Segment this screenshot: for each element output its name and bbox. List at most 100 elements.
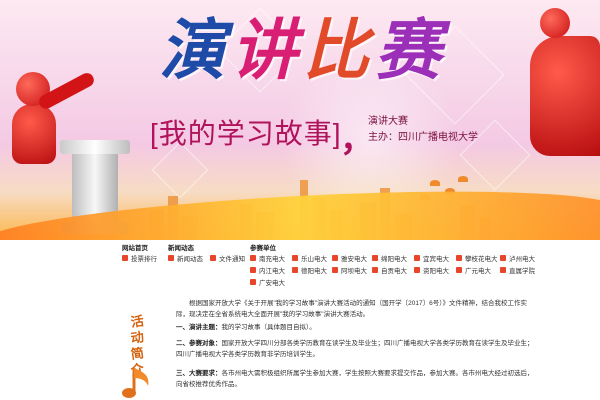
bullet-icon — [168, 255, 174, 261]
nav-item[interactable]: 广元电大 — [456, 264, 498, 276]
nav-item-label: 宜宾电大 — [423, 256, 449, 263]
bullet-icon — [250, 279, 256, 285]
nav-item-label: 攀枝花电大 — [465, 256, 498, 263]
organizer-text: 主办：四川广播电视大学 — [368, 132, 478, 143]
nav-column: 乐山电大 德阳电大 — [292, 242, 327, 276]
speaker-figure-body — [12, 104, 56, 164]
bullet-icon — [456, 255, 462, 261]
nav-item[interactable]: 雅安电大 — [332, 252, 367, 264]
intro-item-text: 国家开放大学四川分部各类学历教育在读学生及毕业生；四川广播电视大学各类学历教育在… — [176, 340, 534, 358]
intro-item-text: 各市州电大需积极组织所属学生参加大赛，学生按照大赛要求提交作品，参加大赛。各市州… — [176, 370, 534, 388]
banner-subtitle: [我的学习故事] — [150, 118, 342, 149]
intro-item-requirements: 三、大赛要求：各市州电大需积极组织所属学生参加大赛，学生按照大赛要求提交作品，参… — [176, 368, 536, 390]
nav-item-label: 内江电大 — [259, 268, 285, 275]
nav-item[interactable]: 绵阳电大 — [372, 252, 407, 264]
nav-item[interactable]: 资阳电大 — [414, 264, 449, 276]
bird-icon — [430, 180, 440, 186]
title-char: 讲 — [231, 11, 297, 89]
nav-item-label: 德阳电大 — [301, 268, 327, 275]
podium-top — [60, 140, 130, 154]
nav-item-label: 南充电大 — [259, 256, 285, 263]
nav-item[interactable]: 直属学院 — [500, 264, 535, 276]
bullet-icon — [372, 255, 378, 261]
bullet-icon — [122, 255, 128, 261]
nav-column: 绵阳电大 自贡电大 — [372, 242, 407, 276]
nav-item-label: 新闻动态 — [177, 256, 203, 263]
bullet-icon — [210, 255, 216, 261]
nav-item[interactable]: 南充电大 — [250, 252, 285, 264]
nav-column: 宜宾电大 资阳电大 — [414, 242, 449, 276]
right-figure-body — [530, 36, 600, 156]
bullet-icon — [414, 255, 420, 261]
nav-item-label: 自贡电大 — [381, 268, 407, 275]
intro-paragraph: 根据国家开放大学《关于开展"我的学习故事"演讲大赛活动的通知（国开学〔2017〕… — [176, 298, 536, 320]
nav-item-label: 广安电大 — [259, 280, 285, 287]
bullet-icon — [500, 267, 506, 273]
nav-item[interactable]: 自贡电大 — [372, 264, 407, 276]
title-char: 演 — [159, 11, 225, 89]
bullet-icon — [292, 255, 298, 261]
bullet-icon — [414, 267, 420, 273]
nav-item[interactable]: 阿坝电大 — [332, 264, 367, 276]
bullet-icon — [372, 267, 378, 273]
nav-column: 雅安电大 阿坝电大 — [332, 242, 367, 276]
nav-column-home: 网站首页 投票排行 — [122, 242, 157, 264]
nav-item-label: 文件通知 — [219, 256, 245, 263]
intro-item-label: 二、参赛对象： — [176, 340, 222, 347]
right-figure-head — [540, 8, 570, 38]
nav-item[interactable]: 广安电大 — [250, 276, 285, 288]
nav-header-blank — [210, 242, 245, 252]
nav-column-notice: 文件通知 — [210, 242, 245, 264]
nav-item-label: 阿坝电大 — [341, 268, 367, 275]
intro-item-theme: 一、演讲主题：我的学习故事（具体题目自拟）。 — [176, 322, 536, 333]
nav-item[interactable]: 文件通知 — [210, 252, 245, 264]
intro-item-text: 我的学习故事（具体题目自拟）。 — [221, 324, 316, 331]
bullet-icon — [292, 267, 298, 273]
nav-header-blank — [414, 242, 449, 252]
banner: 演 讲 比 赛 [我的学习故事] ， 演讲大赛 主办：四川广播电视大学 — [0, 0, 600, 240]
nav-item-label: 雅安电大 — [341, 256, 367, 263]
bullet-icon — [250, 255, 256, 261]
nav-header-blank — [372, 242, 407, 252]
bullet-icon — [250, 267, 256, 273]
nav-item[interactable]: 内江电大 — [250, 264, 285, 276]
bullet-icon — [456, 267, 462, 273]
nav-column-news: 新闻动态 新闻动态 — [168, 242, 203, 264]
bullet-icon — [332, 255, 338, 261]
nav-column: 攀枝花电大 广元电大 — [456, 242, 498, 276]
nav-item[interactable]: 宜宾电大 — [414, 252, 449, 264]
intro-item-participants: 二、参赛对象：国家开放大学四川分部各类学历教育在读学生及毕业生；四川广播电视大学… — [176, 338, 536, 360]
nav-item[interactable]: 攀枝花电大 — [456, 252, 498, 264]
nav-item-label: 绵阳电大 — [381, 256, 407, 263]
nav-item-label: 直属学院 — [509, 268, 535, 275]
banner-main-title: 演 讲 比 赛 — [100, 4, 500, 96]
nav-item-label: 资阳电大 — [423, 268, 449, 275]
intro-paragraph-text: 根据国家开放大学《关于开展"我的学习故事"演讲大赛活动的通知（国开学〔2017〕… — [176, 300, 527, 318]
nav-header-home[interactable]: 网站首页 — [122, 242, 157, 252]
side-title-char: 活 — [130, 314, 146, 331]
nav-item[interactable]: 新闻动态 — [168, 252, 203, 264]
nav-item-label: 乐山电大 — [301, 256, 327, 263]
contest-name: 演讲大赛 — [368, 116, 408, 127]
nav-header-blank — [456, 242, 498, 252]
nav-column: 泸州电大 直属学院 — [500, 242, 535, 276]
title-char: 比 — [303, 11, 369, 89]
side-title-char: 简 — [130, 346, 146, 363]
nav-header-blank — [332, 242, 367, 252]
nav-header-blank — [500, 242, 535, 252]
nav-column-units: 参赛单位 南充电大 内江电大 广安电大 — [250, 242, 285, 288]
title-char: 赛 — [375, 11, 441, 89]
nav-item-label: 投票排行 — [131, 256, 157, 263]
bird-icon — [458, 176, 468, 182]
nav-header-units[interactable]: 参赛单位 — [250, 242, 285, 252]
bullet-icon — [332, 267, 338, 273]
nav-item-label: 广元电大 — [465, 268, 491, 275]
nav-item[interactable]: 泸州电大 — [500, 252, 535, 264]
nav-item[interactable]: 投票排行 — [122, 252, 157, 264]
side-title-char: 动 — [130, 330, 146, 347]
music-note-icon — [122, 368, 149, 398]
nav-item[interactable]: 德阳电大 — [292, 264, 327, 276]
nav-item-label: 泸州电大 — [509, 256, 535, 263]
nav-header-news[interactable]: 新闻动态 — [168, 242, 203, 252]
nav-item[interactable]: 乐山电大 — [292, 252, 327, 264]
